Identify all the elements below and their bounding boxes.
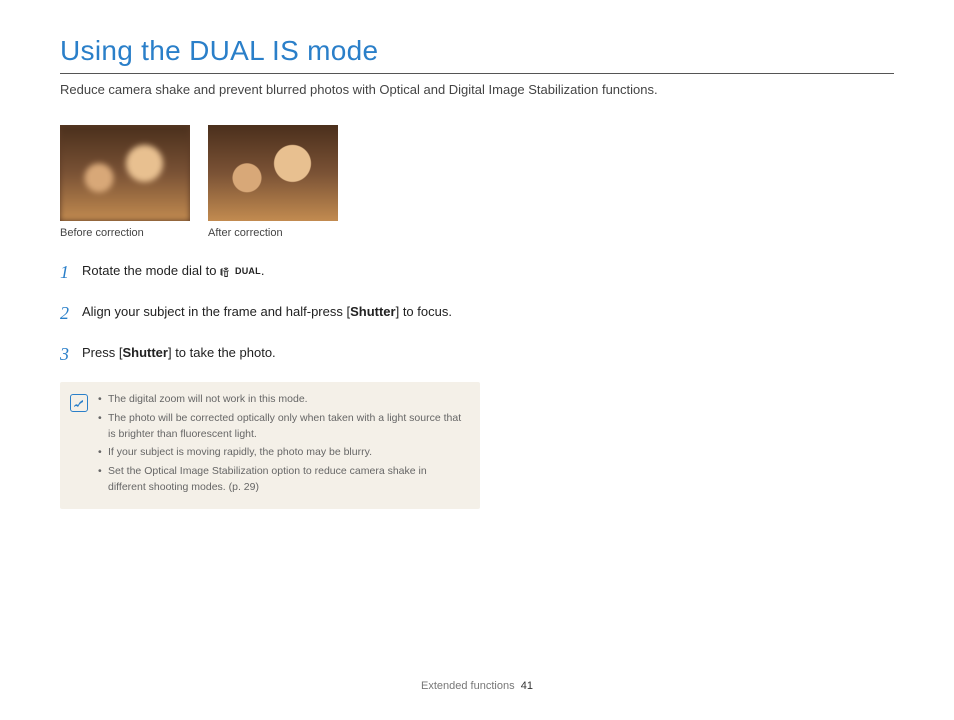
dual-mode-icon: DUAL bbox=[220, 265, 261, 279]
steps-list: 1 Rotate the mode dial to DUAL. 2 Align … bbox=[60, 259, 480, 368]
step-text-part: ] to take the photo. bbox=[168, 345, 276, 360]
page-number: 41 bbox=[521, 680, 533, 692]
note-item: The digital zoom will not work in this m… bbox=[98, 392, 466, 408]
shutter-label: Shutter bbox=[122, 345, 168, 360]
step-number: 2 bbox=[60, 300, 82, 327]
before-photo-block: Before correction bbox=[60, 125, 190, 239]
shutter-label: Shutter bbox=[350, 304, 396, 319]
note-item: The photo will be corrected optically on… bbox=[98, 411, 466, 443]
title-rule bbox=[60, 73, 894, 74]
dual-label: DUAL bbox=[235, 265, 261, 279]
note-list: The digital zoom will not work in this m… bbox=[98, 392, 466, 499]
photo-comparison: Before correction After correction bbox=[60, 125, 894, 239]
page-footer: Extended functions 41 bbox=[0, 680, 954, 692]
subtitle: Reduce camera shake and prevent blurred … bbox=[60, 82, 894, 97]
note-box: The digital zoom will not work in this m… bbox=[60, 382, 480, 509]
step-2: 2 Align your subject in the frame and ha… bbox=[60, 300, 480, 327]
step-number: 3 bbox=[60, 341, 82, 368]
step-text-part: Rotate the mode dial to bbox=[82, 263, 220, 278]
step-text: Align your subject in the frame and half… bbox=[82, 300, 452, 322]
after-photo bbox=[208, 125, 338, 221]
step-text-part: Press [ bbox=[82, 345, 122, 360]
after-photo-block: After correction bbox=[208, 125, 338, 239]
step-1: 1 Rotate the mode dial to DUAL. bbox=[60, 259, 480, 286]
after-caption: After correction bbox=[208, 227, 338, 239]
page-title: Using the DUAL IS mode bbox=[60, 35, 894, 67]
step-text-part: Align your subject in the frame and half… bbox=[82, 304, 350, 319]
note-item: Set the Optical Image Stabilization opti… bbox=[98, 464, 466, 496]
footer-section: Extended functions bbox=[421, 680, 515, 692]
before-caption: Before correction bbox=[60, 227, 190, 239]
step-text-part: ] to focus. bbox=[396, 304, 452, 319]
note-icon bbox=[70, 394, 88, 412]
before-photo bbox=[60, 125, 190, 221]
note-item: If your subject is moving rapidly, the p… bbox=[98, 445, 466, 461]
step-text: Rotate the mode dial to DUAL. bbox=[82, 259, 264, 281]
step-3: 3 Press [Shutter] to take the photo. bbox=[60, 341, 480, 368]
step-text-part: . bbox=[261, 263, 265, 278]
step-number: 1 bbox=[60, 259, 82, 286]
step-text: Press [Shutter] to take the photo. bbox=[82, 341, 276, 363]
